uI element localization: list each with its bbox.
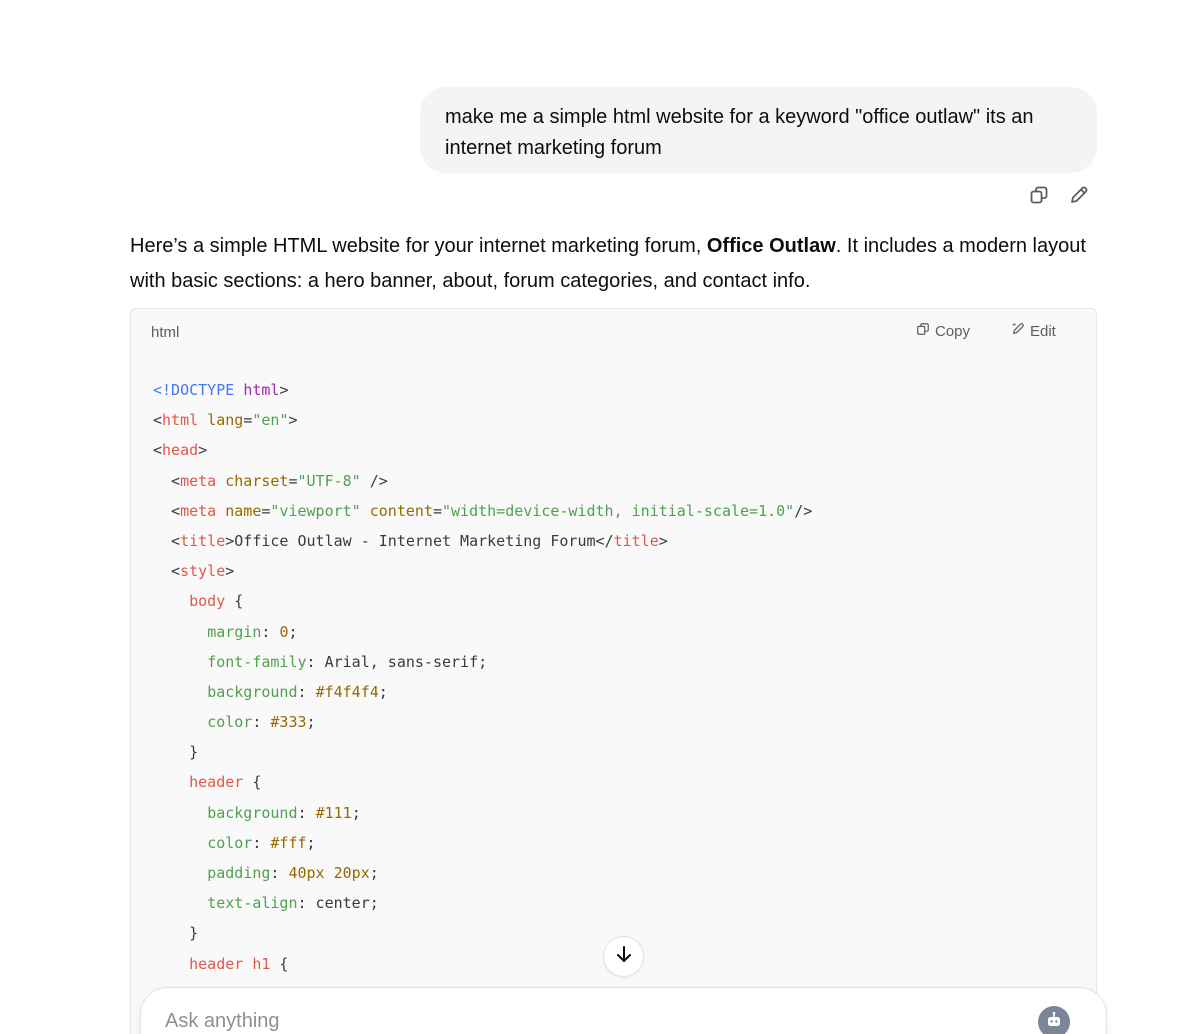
code-line: <meta name="viewport" content="width=dev… [153, 501, 813, 520]
code-line: <html lang="en"> [153, 411, 298, 430]
code-edit-button[interactable]: Edit [1011, 322, 1056, 340]
prompt-input[interactable] [165, 1010, 965, 1033]
assistant-message-text: Here’s a simple HTML website for your in… [130, 229, 1100, 299]
code-content: <!DOCTYPE html> <html lang="en"> <head> <m… [153, 375, 812, 979]
code-line: padding: 40px 20px; [207, 864, 379, 882]
assistant-text-part: Here’s a simple HTML website for your in… [130, 235, 707, 257]
code-copy-button[interactable]: Copy [916, 322, 970, 340]
code-line: color: #333; [207, 713, 316, 732]
code-block-header: html Copy Edit [131, 309, 1096, 355]
assistant-text-bold: Office Outlaw [706, 235, 836, 257]
code-line: text-align: center; [207, 894, 379, 913]
user-message-bubble: make me a simple html website for a keyw… [420, 87, 1097, 173]
pencil-icon[interactable] [1068, 184, 1090, 206]
edit-pencil-icon [1011, 322, 1025, 340]
code-line: header { [189, 773, 262, 792]
user-message-actions [1028, 184, 1090, 206]
chat-page: make me a simple html website for a keyw… [0, 0, 1200, 1034]
user-message-text: make me a simple html website for a keyw… [445, 106, 1034, 159]
code-line: <title>Office Outlaw - Internet Marketin… [153, 531, 668, 550]
code-line: } [153, 924, 199, 943]
scroll-down-button[interactable] [603, 936, 644, 977]
code-line: background: #111; [207, 803, 361, 822]
code-line: margin: 0; [207, 622, 298, 641]
code-line: header h1 { [189, 954, 289, 973]
arrow-down-icon [614, 944, 634, 969]
code-line: } [153, 743, 199, 762]
voice-mode-button[interactable] [1038, 1006, 1070, 1034]
code-line: <!DOCTYPE html> [153, 381, 289, 399]
code-edit-label: Edit [1030, 322, 1056, 340]
code-line: background: #f4f4f4; [207, 682, 388, 701]
code-line: color: #fff; [207, 833, 316, 852]
copy-icon[interactable] [1028, 184, 1050, 206]
code-block: html Copy Edit <!DOCTYPE html> <html lan… [130, 308, 1097, 1034]
code-copy-label: Copy [935, 322, 971, 340]
code-line: body { [189, 592, 244, 611]
message-composer [140, 987, 1107, 1034]
code-language-label: html [151, 324, 180, 341]
code-line: <head> [153, 441, 208, 460]
code-line: font-family: Arial, sans-serif; [207, 652, 488, 671]
code-line: <meta charset="UTF-8" /> [153, 471, 388, 490]
voice-mode-icon [1045, 1011, 1063, 1034]
copy-icon [916, 322, 930, 340]
code-line: <style> [153, 562, 235, 581]
